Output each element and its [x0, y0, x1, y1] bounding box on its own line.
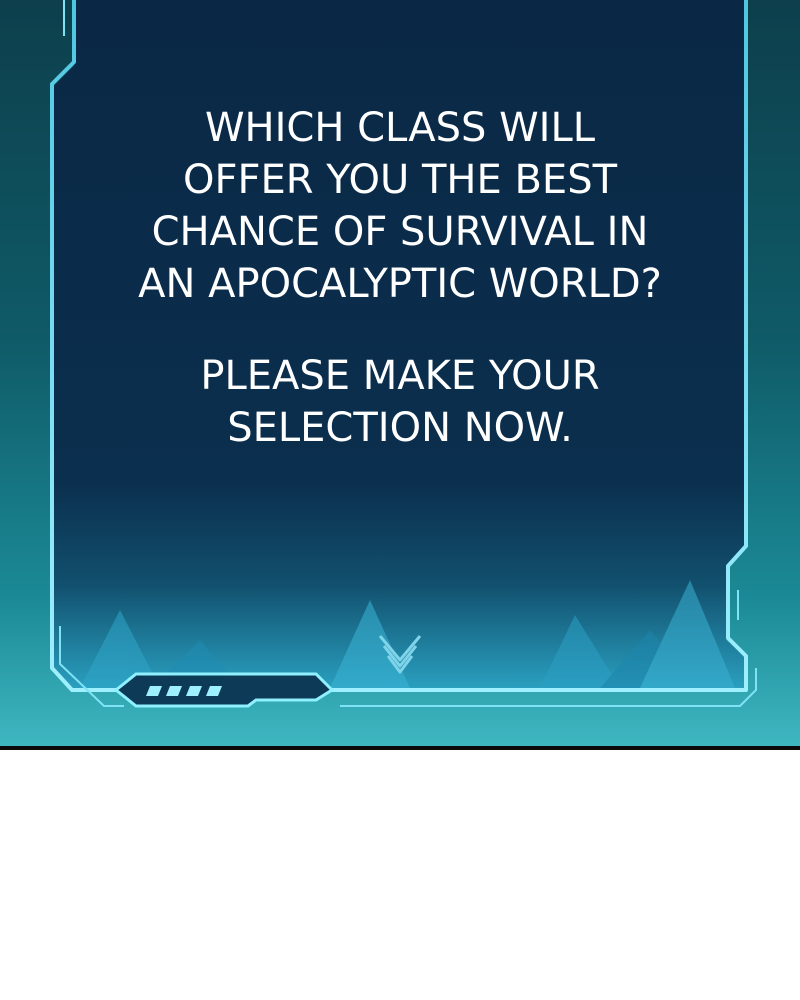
question-line: OFFER YOU THE BEST: [182, 157, 618, 203]
system-window-panel: WHICH CLASS WILL OFFER YOU THE BEST CHAN…: [0, 0, 800, 748]
question-text: WHICH CLASS WILL OFFER YOU THE BEST CHAN…: [100, 102, 700, 310]
question-line: CHANCE OF SURVIVAL IN: [151, 209, 649, 255]
instruction-line: PLEASE MAKE YOUR: [200, 353, 600, 399]
comic-panel-page: WHICH CLASS WILL OFFER YOU THE BEST CHAN…: [0, 0, 800, 1000]
instruction-line: SELECTION NOW.: [227, 405, 573, 451]
question-line: AN APOCALYPTIC WORLD?: [138, 261, 662, 307]
instruction-text: PLEASE MAKE YOUR SELECTION NOW.: [100, 350, 700, 454]
panel-divider: [0, 746, 800, 750]
question-line: WHICH CLASS WILL: [204, 105, 596, 151]
frame-tab: [113, 672, 335, 708]
